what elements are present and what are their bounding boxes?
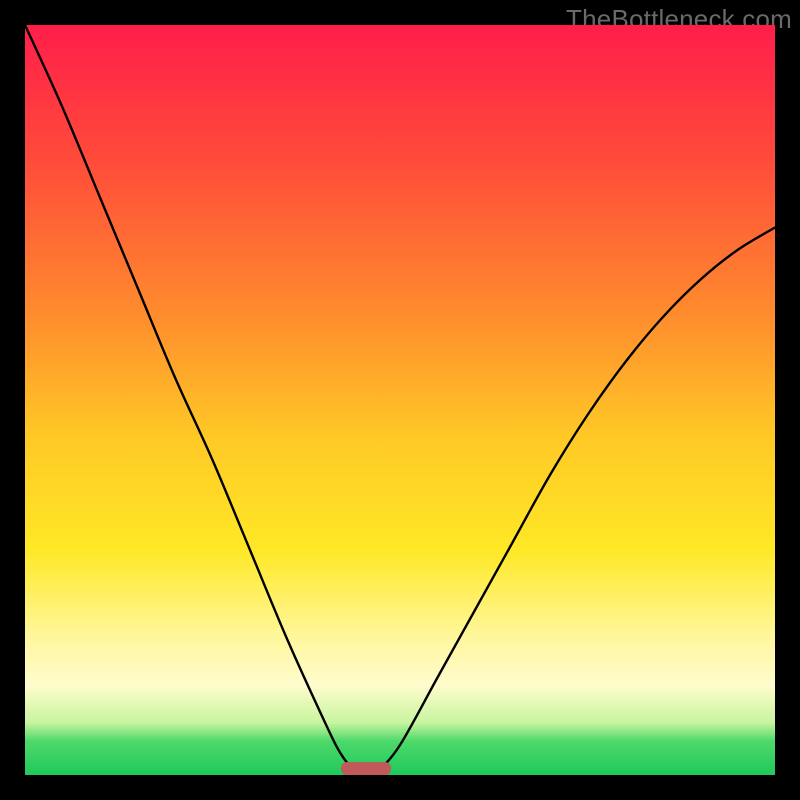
curve-layer (25, 25, 775, 775)
chart-frame: TheBottleneck.com (0, 0, 800, 800)
plot-area (25, 25, 775, 775)
bottleneck-curve (25, 25, 775, 775)
optimal-marker (341, 762, 391, 775)
